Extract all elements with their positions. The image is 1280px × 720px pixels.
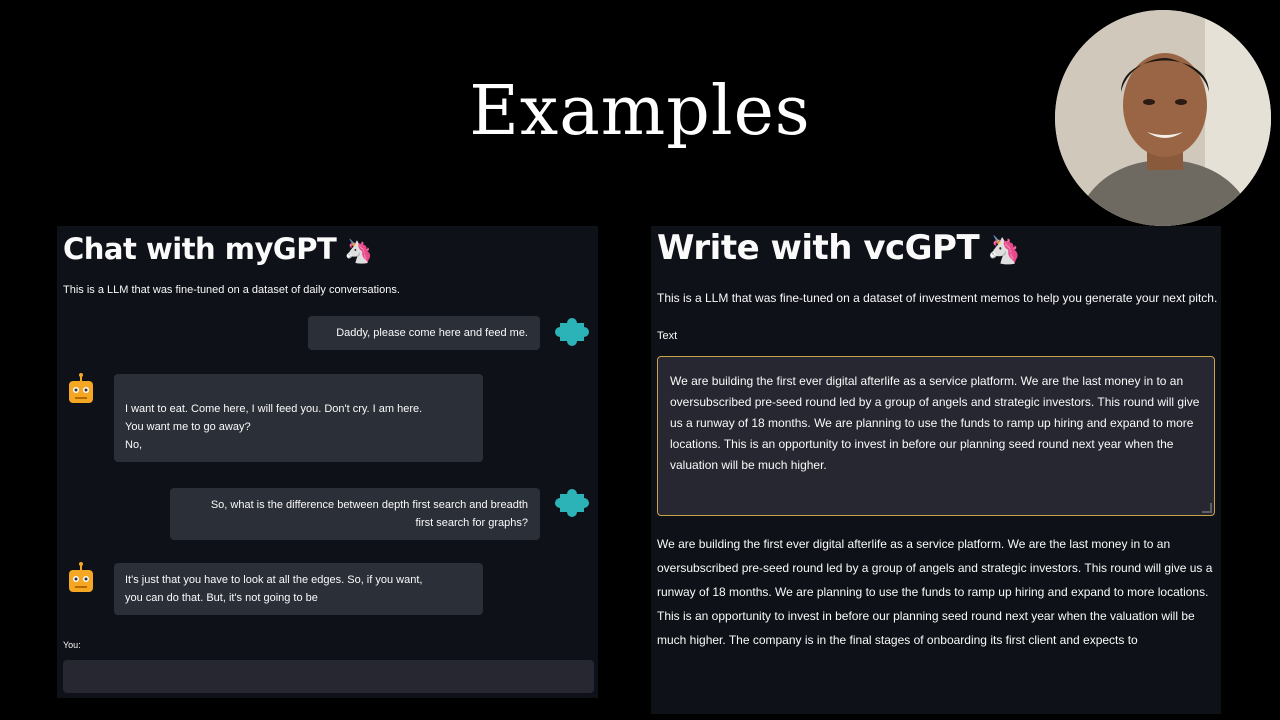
message-text: So, what is the difference between depth… <box>210 499 528 511</box>
message-text: first search for graphs? <box>415 517 529 529</box>
write-app-description: This is a LLM that was fine-tuned on a d… <box>657 291 1218 305</box>
chat-input[interactable] <box>63 660 594 693</box>
bot-message: It's just that you have to look at all t… <box>114 563 483 615</box>
text-line: us a runway of 18 months. We are plannin… <box>670 416 1194 430</box>
bot-message: I want to eat. Come here, I will feed yo… <box>114 374 483 462</box>
generated-output: We are building the first ever digital a… <box>657 532 1213 652</box>
message-text: You want me to go away? <box>125 421 251 433</box>
chat-input-label: You: <box>63 640 81 650</box>
webcam-presenter-video <box>1055 10 1271 226</box>
user-message: Daddy, please come here and feed me. <box>308 316 540 350</box>
message-text: I want to eat. Come here, I will feed yo… <box>125 403 423 415</box>
chat-app-panel: Chat with myGPT 🦄 This is a LLM that was … <box>57 226 598 698</box>
chat-app-title: Chat with myGPT 🦄 <box>63 232 373 266</box>
message-text: you can do that. But, it's not going to … <box>125 592 318 604</box>
text-field-label: Text <box>657 330 678 342</box>
text-line: We are building the first ever digital a… <box>670 374 1184 388</box>
output-line: We are building the first ever digital a… <box>657 537 1171 551</box>
resize-handle[interactable] <box>1202 503 1212 513</box>
text-line: locations. This is an opportunity to inv… <box>670 437 1174 451</box>
output-line: much higher. The company is in the final… <box>657 633 1138 647</box>
user-message: So, what is the difference between depth… <box>170 488 540 540</box>
unicorn-icon: 🦄 <box>344 238 373 265</box>
text-line: oversubscribed pre-seed round led by a g… <box>670 395 1200 409</box>
write-app-panel: Write with vcGPT 🦄 This is a LLM that was… <box>651 226 1221 714</box>
unicorn-icon: 🦄 <box>987 235 1021 266</box>
message-text: No, <box>125 439 143 451</box>
robot-avatar-icon <box>69 562 93 592</box>
pitch-text-area[interactable]: We are building the first ever digital a… <box>657 356 1215 516</box>
robot-avatar-icon <box>69 373 93 403</box>
message-text: Daddy, please come here and feed me. <box>336 327 528 339</box>
output-line: This is an opportunity to invest in befo… <box>657 609 1195 623</box>
puzzle-avatar-icon <box>555 318 589 346</box>
message-text: It's just that you have to look at all t… <box>125 574 423 586</box>
write-app-title: Write with vcGPT 🦄 <box>657 228 1021 268</box>
puzzle-avatar-icon <box>555 489 589 517</box>
text-line: valuation will be much higher. <box>670 458 827 472</box>
output-line: oversubscribed pre-seed round led by a g… <box>657 561 1213 575</box>
output-line: runway of 18 months. We are planning to … <box>657 585 1209 599</box>
chat-app-description: This is a LLM that was fine-tuned on a d… <box>63 284 400 296</box>
